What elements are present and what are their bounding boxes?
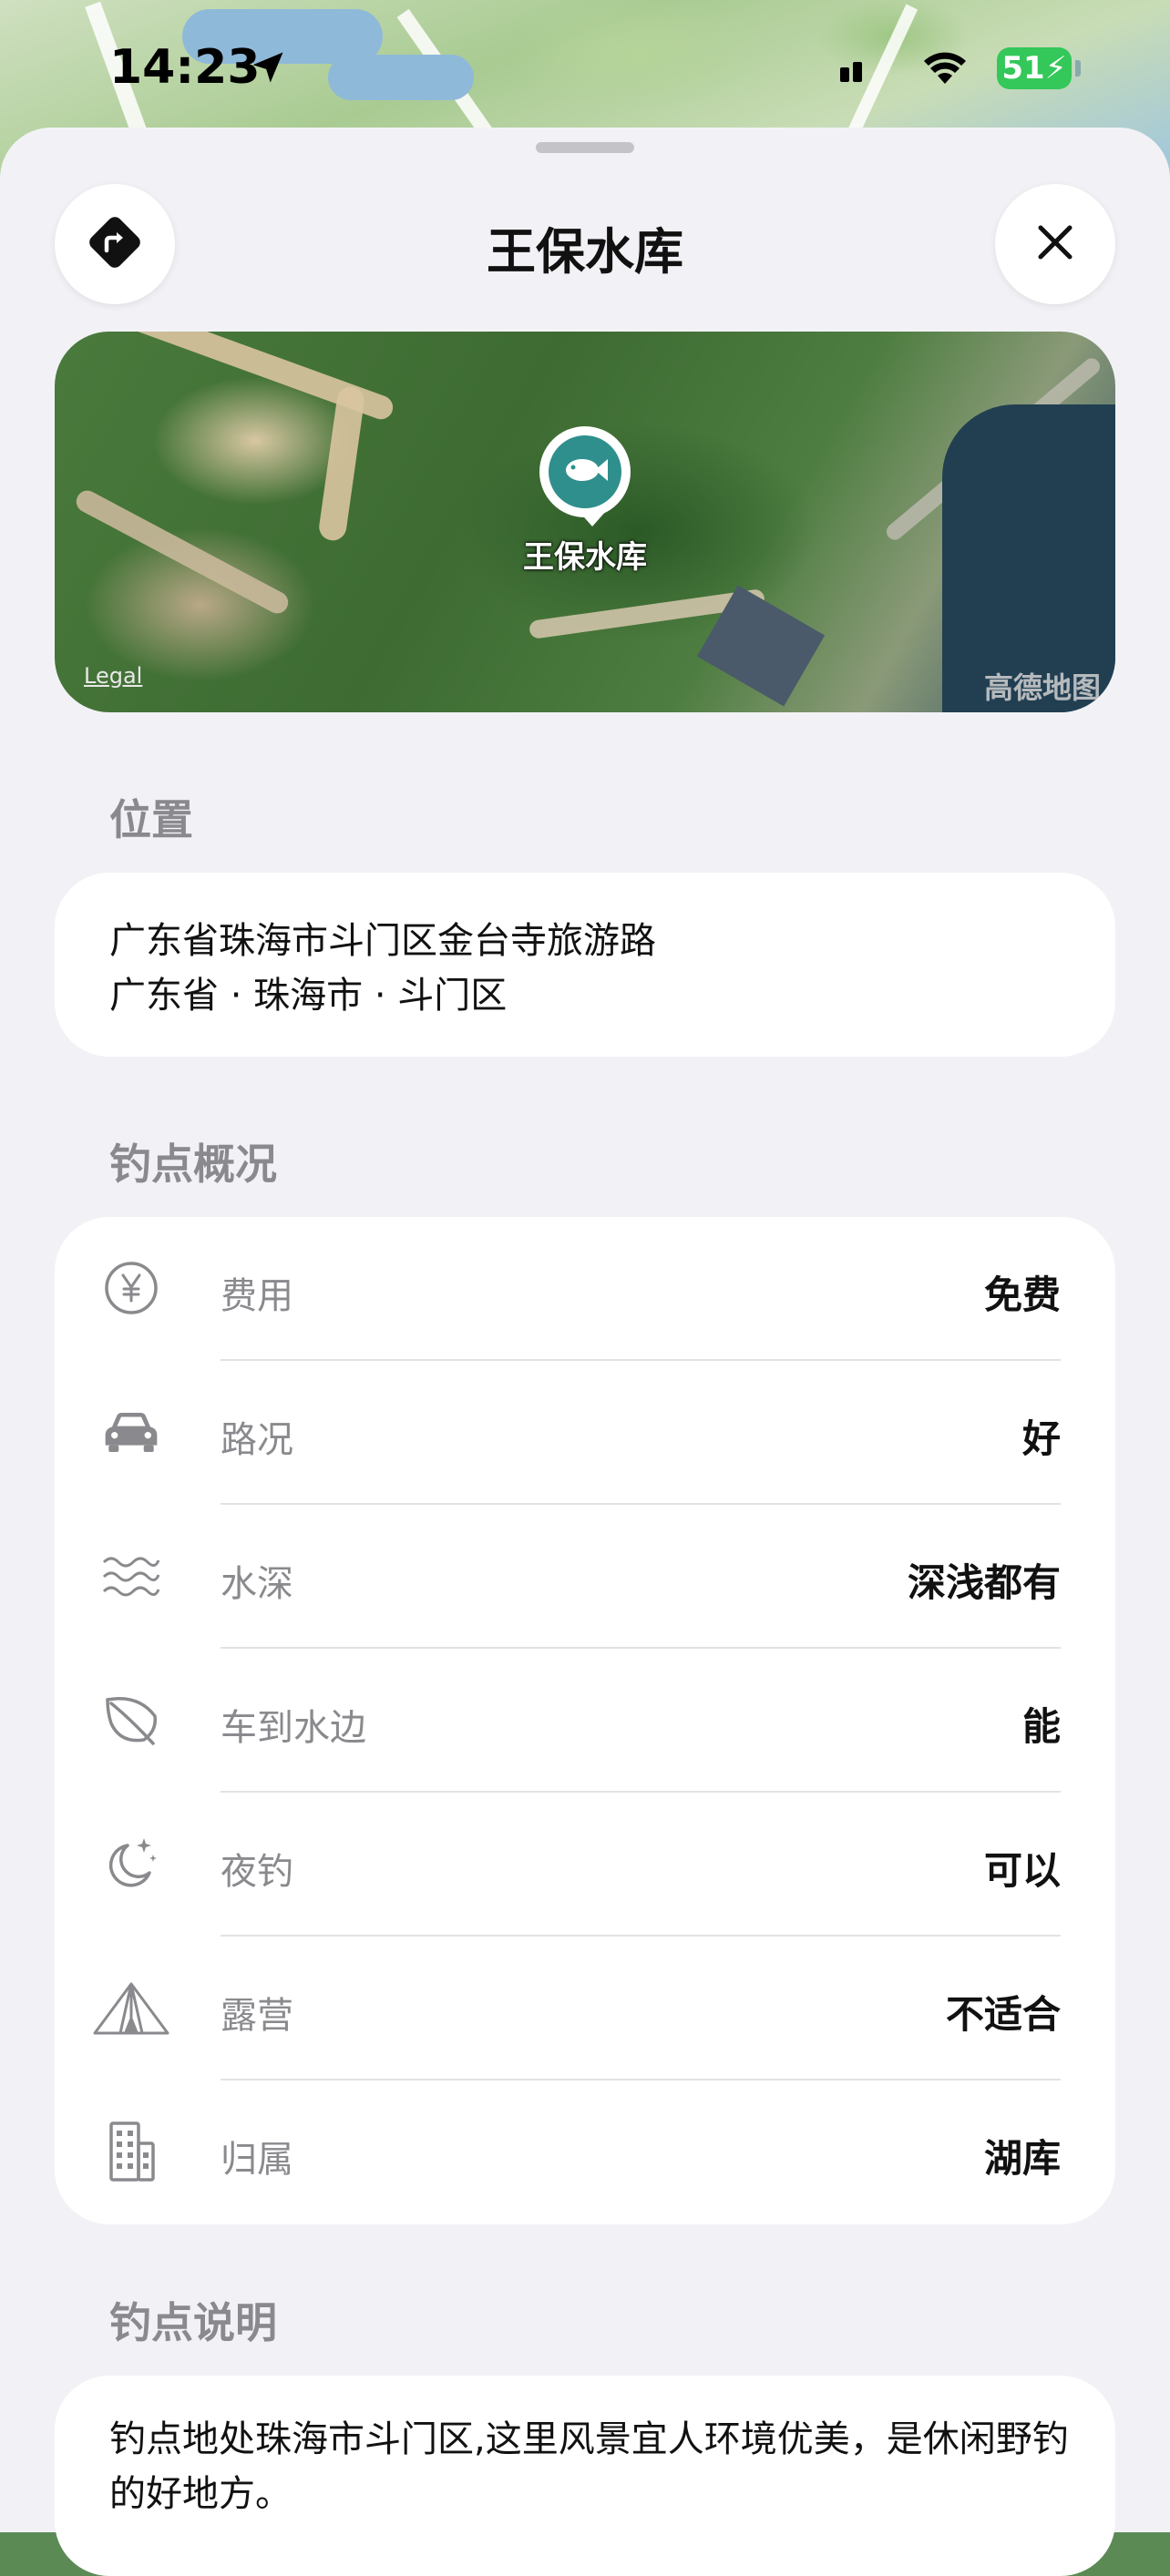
- overview-row-road: 路况 好: [55, 1361, 1115, 1505]
- tent-icon: [93, 1978, 169, 2037]
- sheet-grabber[interactable]: [536, 142, 634, 153]
- row-label: 路况: [221, 1419, 293, 1461]
- row-label: 费用: [221, 1275, 293, 1317]
- car-icon: [102, 1403, 160, 1461]
- map-provider-logo: 高德地图: [983, 670, 1101, 705]
- row-value: 可以: [983, 1848, 1061, 1893]
- fish-icon: [560, 452, 610, 492]
- map-preview[interactable]: 王保水库 Legal 高德地图: [55, 332, 1115, 712]
- row-value: 湖库: [983, 2136, 1061, 2181]
- close-button[interactable]: [995, 184, 1115, 304]
- detail-sheet: 王保水库 王保水库 Legal 高德地图 位置 广东省珠海市斗门区金台寺旅游路 …: [0, 128, 1170, 2576]
- location-card[interactable]: 广东省珠海市斗门区金台寺旅游路 广东省 · 珠海市 · 斗门区: [55, 873, 1115, 1057]
- map-legal-link[interactable]: Legal: [84, 663, 142, 689]
- address-line: 广东省珠海市斗门区金台寺旅游路: [109, 920, 656, 962]
- overview-card: 费用 免费 路况 好 水深 深浅都有 车到水边 能 夜钓 可以 露营 不适合 归…: [55, 1217, 1115, 2224]
- building-icon: [102, 2121, 160, 2182]
- location-section-title: 位置: [109, 795, 193, 844]
- region-line: 广东省 · 珠海市 · 斗门区: [109, 975, 508, 1017]
- map-pin-label: 王保水库: [523, 539, 647, 576]
- row-value: 好: [1021, 1416, 1061, 1461]
- map-pin[interactable]: [539, 426, 631, 517]
- row-value: 免费: [983, 1273, 1061, 1317]
- cellular-signal-icon: [838, 55, 875, 86]
- battery-indicator: 51⚡: [997, 47, 1072, 89]
- row-value: 能: [1021, 1704, 1061, 1749]
- row-label: 夜钓: [221, 1851, 293, 1893]
- overview-row-ownership: 归属 湖库: [55, 2080, 1115, 2224]
- leaf-icon: [102, 1691, 160, 1749]
- location-arrow-icon: [248, 47, 288, 91]
- overview-row-camping: 露营 不适合: [55, 1937, 1115, 2080]
- overview-row-depth: 水深 深浅都有: [55, 1505, 1115, 1649]
- description-card: 钓点地处珠海市斗门区,这里风景宜人环境优美，是休闲野钓的好地方。: [55, 2376, 1115, 2576]
- close-icon: [1033, 220, 1077, 268]
- row-value: 不适合: [945, 1992, 1061, 2037]
- row-label: 露营: [221, 1995, 293, 2037]
- status-time: 14:23: [109, 40, 261, 95]
- wifi-icon: [922, 51, 968, 89]
- moon-stars-icon: [102, 1835, 160, 1893]
- map-pin-tail: [578, 510, 607, 526]
- status-bar: 14:23 51⚡: [0, 0, 1170, 137]
- row-value: 深浅都有: [907, 1560, 1061, 1605]
- overview-row-drive-to-water: 车到水边 能: [55, 1649, 1115, 1793]
- description-section-title: 钓点说明: [109, 2298, 277, 2347]
- charging-bolt-icon: ⚡: [1044, 50, 1067, 87]
- overview-row-fee: 费用 免费: [55, 1217, 1115, 1361]
- overview-row-night-fishing: 夜钓 可以: [55, 1793, 1115, 1937]
- row-label: 车到水边: [221, 1707, 366, 1749]
- row-label: 水深: [221, 1563, 293, 1605]
- water-waves-icon: [102, 1547, 160, 1605]
- battery-cap: [1075, 60, 1081, 77]
- yen-icon: [102, 1259, 160, 1317]
- description-text: 钓点地处珠海市斗门区,这里风景宜人环境优美，是休闲野钓的好地方。: [109, 2418, 1069, 2515]
- battery-level: 51: [1001, 50, 1045, 87]
- overview-section-title: 钓点概况: [109, 1140, 277, 1189]
- row-label: 归属: [221, 2139, 293, 2181]
